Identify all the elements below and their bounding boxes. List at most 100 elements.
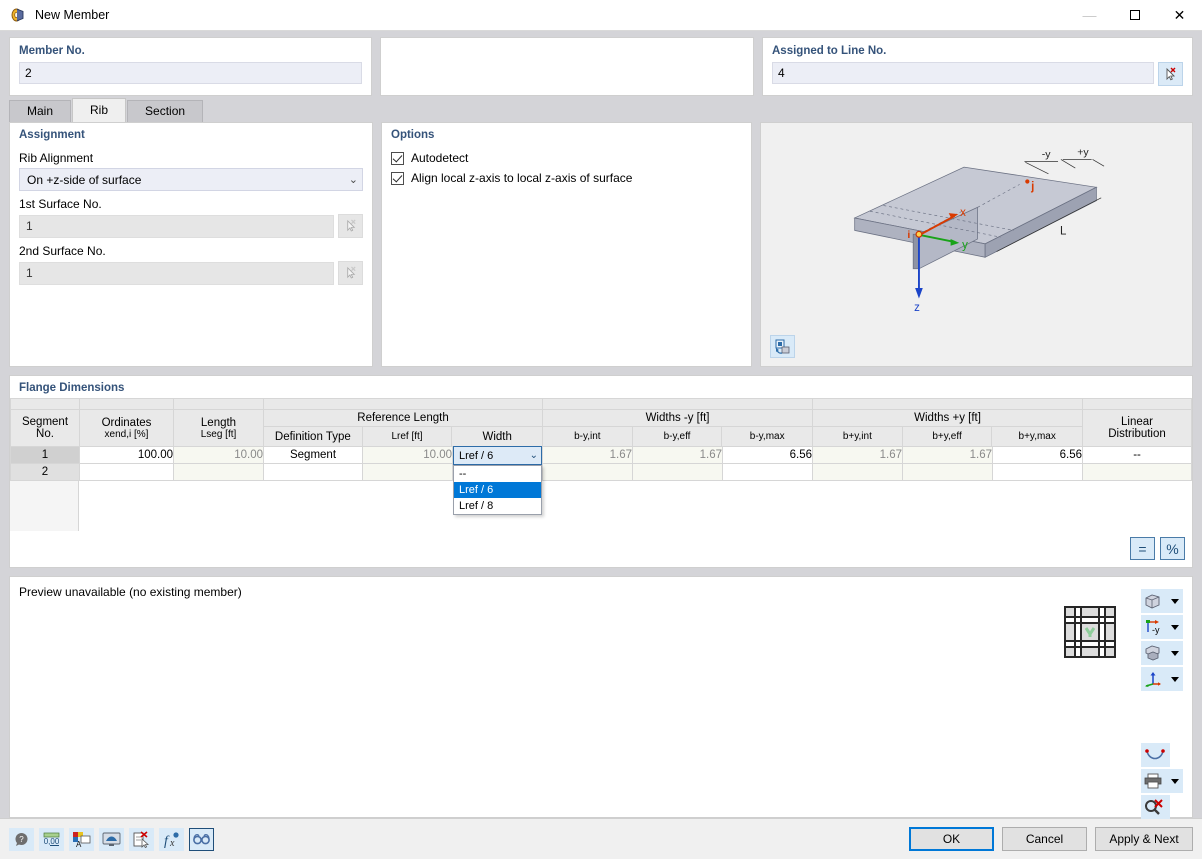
minimize-icon[interactable]: — bbox=[1067, 0, 1112, 31]
cell-b-minus-y-max[interactable]: 6.56 bbox=[722, 446, 814, 464]
checkbox-icon[interactable] bbox=[391, 151, 404, 165]
col-b-plus-y-int[interactable]: b+y,int bbox=[813, 427, 903, 446]
tab-section[interactable]: Section bbox=[127, 100, 204, 122]
member-no-label: Member No. bbox=[19, 45, 85, 57]
surface1-select-pointer-icon[interactable] bbox=[338, 214, 363, 238]
col-widths-plus-y-group[interactable]: Widths +y [ft] b+y,int b+y,eff b+y,max bbox=[812, 409, 1084, 447]
col-b-minus-y-int[interactable]: b-y,int bbox=[543, 427, 633, 446]
visual-button[interactable] bbox=[189, 827, 214, 851]
width-combobox[interactable]: Lref / 6 ⌄ bbox=[453, 446, 542, 465]
assigned-line-input[interactable]: 4 bbox=[772, 62, 1154, 84]
units-button[interactable]: 0,00 bbox=[39, 827, 64, 851]
cancel-button[interactable]: Cancel bbox=[1002, 827, 1087, 851]
col-ordinates-sub: xend,i [%] bbox=[104, 428, 149, 440]
cell-definition-type[interactable]: Segment bbox=[263, 446, 363, 464]
cell-segment-no[interactable]: 2 bbox=[10, 463, 80, 481]
tab-bar: Main Rib Section bbox=[0, 96, 1202, 122]
cell-ordinates[interactable]: 100.00 bbox=[79, 446, 174, 464]
tab-rib[interactable]: Rib bbox=[72, 98, 127, 122]
cell-linear-distribution[interactable]: -- bbox=[1082, 446, 1192, 464]
cell-ref-length[interactable] bbox=[362, 463, 453, 481]
preview-toolbar: -y bbox=[1141, 589, 1183, 821]
cell-b-plus-y-eff[interactable]: 1.67 bbox=[902, 446, 994, 464]
cell-b-minus-y-int[interactable] bbox=[542, 463, 634, 481]
col-lref[interactable]: Lref [ft] bbox=[363, 427, 453, 446]
cell-b-plus-y-int[interactable]: 1.67 bbox=[812, 446, 904, 464]
chevron-down-icon[interactable] bbox=[1171, 676, 1179, 682]
cell-length[interactable]: 10.00 bbox=[173, 446, 264, 464]
equalize-button[interactable]: = bbox=[1130, 537, 1155, 560]
close-icon[interactable]: ✕ bbox=[1157, 0, 1202, 31]
cell-ordinates[interactable] bbox=[79, 463, 174, 481]
formula-button[interactable]: f x bbox=[159, 827, 184, 851]
view-cube-button[interactable] bbox=[1141, 589, 1183, 613]
cell-b-minus-y-max[interactable] bbox=[722, 463, 814, 481]
table-row[interactable]: 2 bbox=[10, 463, 1192, 481]
col-b-minus-y-max[interactable]: b-y,max bbox=[722, 427, 812, 446]
option-align-z-axis[interactable]: Align local z-axis to local z-axis of su… bbox=[391, 171, 751, 185]
tab-main[interactable]: Main bbox=[9, 100, 72, 122]
chevron-down-icon[interactable] bbox=[1171, 598, 1179, 604]
table-row[interactable]: 1 100.00 10.00 Segment 10.00 Lref / 6 ⌄ … bbox=[10, 446, 1192, 515]
cell-width[interactable]: Lref / 6 ⌄ -- Lref / 6 Lref / 8 bbox=[451, 446, 544, 515]
col-ordinates[interactable]: Ordinates xend,i [%] bbox=[79, 409, 174, 447]
dropdown-option-lref-8[interactable]: Lref / 8 bbox=[454, 498, 541, 514]
coordinate-system-button[interactable] bbox=[1141, 667, 1183, 691]
ok-button[interactable]: OK bbox=[909, 827, 994, 851]
option-autodetect[interactable]: Autodetect bbox=[391, 151, 751, 165]
cell-definition-type[interactable] bbox=[263, 463, 363, 481]
cell-ref-length[interactable]: 10.00 bbox=[362, 446, 453, 464]
col-linear-distribution[interactable]: Linear Distribution bbox=[1082, 409, 1192, 447]
width-dropdown-list[interactable]: -- Lref / 6 Lref / 8 bbox=[453, 465, 542, 515]
col-reference-length-group[interactable]: Reference Length Definition Type Lref [f… bbox=[262, 409, 544, 447]
select-pointer-icon[interactable] bbox=[1158, 62, 1183, 86]
chevron-down-icon[interactable] bbox=[1171, 624, 1179, 630]
maximize-icon[interactable] bbox=[1112, 0, 1157, 31]
cell-b-minus-y-eff[interactable] bbox=[632, 463, 724, 481]
surface2-input[interactable]: 1 bbox=[19, 261, 334, 285]
render-mode-button[interactable] bbox=[1141, 641, 1183, 665]
cell-b-minus-y-int[interactable]: 1.67 bbox=[542, 446, 634, 464]
surface1-input[interactable]: 1 bbox=[19, 214, 334, 238]
dropdown-option-none[interactable]: -- bbox=[454, 466, 541, 482]
percent-button[interactable]: % bbox=[1160, 537, 1185, 560]
label-plus-y: +y bbox=[1077, 147, 1089, 159]
rotate-view-icon[interactable] bbox=[770, 335, 795, 358]
col-b-minus-y-eff[interactable]: b-y,eff bbox=[633, 427, 723, 446]
smile-curve-button[interactable] bbox=[1141, 743, 1170, 767]
checkbox-icon[interactable] bbox=[391, 171, 404, 185]
col-width[interactable]: Width bbox=[452, 427, 542, 446]
col-widths-minus-y-group[interactable]: Widths -y [ft] b-y,int b-y,eff b-y,max bbox=[542, 409, 814, 447]
col-b-plus-y-max[interactable]: b+y,max bbox=[992, 427, 1082, 446]
chevron-down-icon[interactable] bbox=[1171, 650, 1179, 656]
member-no-input[interactable]: 2 bbox=[19, 62, 362, 84]
text-settings-button[interactable]: A bbox=[69, 827, 94, 851]
delete-note-icon bbox=[133, 830, 149, 848]
rib-alignment-select[interactable]: On +z-side of surface ⌄ bbox=[19, 168, 363, 191]
col-definition-type[interactable]: Definition Type bbox=[264, 427, 363, 446]
col-b-plus-y-eff[interactable]: b+y,eff bbox=[903, 427, 993, 446]
cell-b-plus-y-int[interactable] bbox=[812, 463, 904, 481]
cell-segment-no[interactable]: 1 bbox=[10, 446, 80, 464]
col-segment-no[interactable]: Segment No. bbox=[10, 409, 80, 447]
dropdown-option-lref-6[interactable]: Lref / 6 bbox=[454, 482, 541, 498]
print-button[interactable] bbox=[1141, 769, 1183, 793]
axis-minus-y-button[interactable]: -y bbox=[1141, 615, 1183, 639]
cell-b-plus-y-max[interactable]: 6.56 bbox=[992, 446, 1084, 464]
help-button[interactable]: ? bbox=[9, 827, 34, 851]
delete-note-button[interactable] bbox=[129, 827, 154, 851]
surface2-select-pointer-icon[interactable] bbox=[338, 261, 363, 285]
resize-grip[interactable] bbox=[1179, 805, 1189, 815]
col-length[interactable]: Length Lseg [ft] bbox=[173, 409, 264, 447]
clear-selection-button[interactable] bbox=[1141, 795, 1170, 819]
apply-next-button[interactable]: Apply & Next bbox=[1095, 827, 1193, 851]
axis-minus-y-icon: -y bbox=[1146, 620, 1160, 635]
cell-b-minus-y-eff[interactable]: 1.67 bbox=[632, 446, 724, 464]
cell-length[interactable] bbox=[173, 463, 264, 481]
cell-linear-distribution[interactable] bbox=[1082, 463, 1192, 481]
header-panels: Member No. 2 Assigned to Line No. 4 bbox=[0, 31, 1202, 96]
cell-b-plus-y-eff[interactable] bbox=[902, 463, 994, 481]
display-settings-button[interactable] bbox=[99, 827, 124, 851]
cell-b-plus-y-max[interactable] bbox=[992, 463, 1084, 481]
chevron-down-icon[interactable] bbox=[1171, 778, 1179, 784]
